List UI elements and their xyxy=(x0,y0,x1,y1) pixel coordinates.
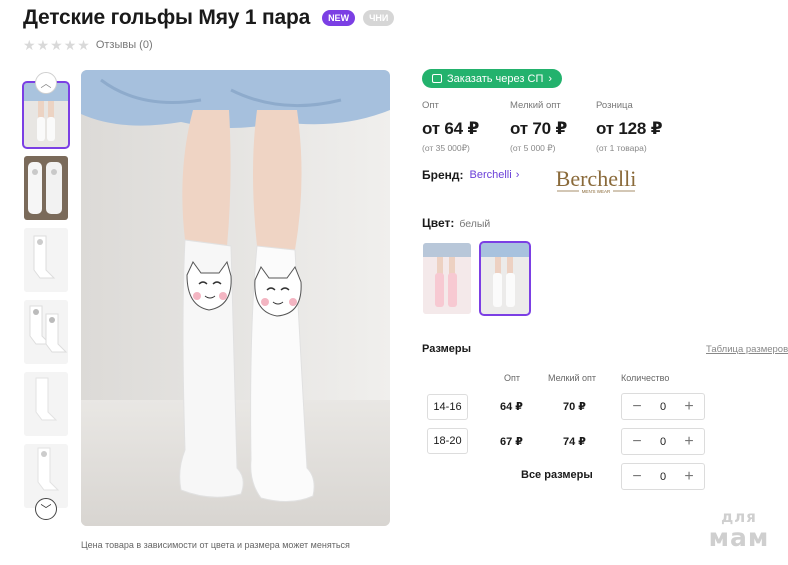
chevron-right-icon: › xyxy=(548,72,553,85)
color-row: Цвет: белый xyxy=(422,216,490,230)
size-row-opt-price: 64 ₽ xyxy=(500,401,523,413)
thumbnail-4[interactable] xyxy=(24,300,68,364)
size-table-link[interactable]: Таблица размеров xyxy=(706,344,788,355)
main-product-photo[interactable] xyxy=(81,70,390,526)
price-small-opt: Мелкий опт от 70 ₽ (от 5 000 ₽) xyxy=(510,100,567,154)
star-icon: ★ xyxy=(23,37,36,53)
size-chip-14-16[interactable]: 14-16 xyxy=(427,394,468,420)
price-retail-value: от 128 ₽ xyxy=(596,119,663,138)
star-icon: ★ xyxy=(77,37,90,53)
size-row-opt-price: 67 ₽ xyxy=(500,436,523,448)
rating-stars: ★ ★ ★ ★ ★ xyxy=(23,38,90,52)
brand-logo-subtext: MEN'S WEAR xyxy=(582,189,611,194)
decrement-button[interactable]: − xyxy=(630,433,644,450)
color-value: белый xyxy=(459,218,491,230)
brand-logo-text: Berchelli xyxy=(556,166,637,191)
site-watermark: для мам xyxy=(702,510,776,552)
price-opt: Опт от 64 ₽ (от 35 000₽) xyxy=(422,100,479,154)
column-header-opt: Опт xyxy=(504,373,520,383)
color-swatch-pink[interactable] xyxy=(423,243,471,314)
chevron-right-icon: › xyxy=(515,169,520,181)
thumbnail-strip: ︿ ﹀ xyxy=(22,72,71,522)
title-row: Детские гольфы Мяу 1 пара NEW ЧНИ xyxy=(23,6,395,30)
product-title: Детские гольфы Мяу 1 пара xyxy=(23,6,311,29)
order-via-sp-button[interactable]: Заказать через СП › xyxy=(422,69,563,88)
quantity-value[interactable]: 0 xyxy=(660,401,666,413)
size-row-small-opt-price: 74 ₽ xyxy=(563,436,586,448)
column-header-small-opt: Мелкий опт xyxy=(548,373,597,383)
increment-button[interactable]: + xyxy=(682,468,696,485)
price-opt-value: от 64 ₽ xyxy=(422,119,480,138)
star-icon: ★ xyxy=(50,37,63,53)
color-swatch-white[interactable] xyxy=(479,241,531,316)
thumbnails-down-button[interactable]: ﹀ xyxy=(35,498,57,520)
increment-button[interactable]: + xyxy=(682,398,696,415)
price-opt-condition: (от 35 000₽) xyxy=(422,143,470,153)
color-label: Цвет: xyxy=(422,216,455,230)
price-small-opt-condition: (от 5 000 ₽) xyxy=(510,143,556,153)
rating-row[interactable]: ★ ★ ★ ★ ★ Отзывы (0) xyxy=(23,38,153,52)
reviews-link[interactable]: Отзывы (0) xyxy=(96,39,153,51)
size-row-small-opt-price: 70 ₽ xyxy=(563,401,586,413)
quantity-stepper: − 0 + xyxy=(621,428,705,455)
quantity-stepper: − 0 + xyxy=(621,393,705,420)
thumbnail-2[interactable] xyxy=(24,156,68,220)
chn-badge: ЧНИ xyxy=(363,10,395,26)
price-small-opt-label: Мелкий опт xyxy=(510,100,561,111)
quantity-value[interactable]: 0 xyxy=(660,436,666,448)
brand-logo[interactable]: Berchelli MEN'S WEAR xyxy=(543,166,649,196)
price-opt-label: Опт xyxy=(422,100,439,111)
increment-button[interactable]: + xyxy=(682,433,696,450)
price-retail-condition: (от 1 товара) xyxy=(596,143,647,153)
price-retail-label: Розница xyxy=(596,100,633,111)
all-sizes-label: Все размеры xyxy=(521,469,593,481)
price-retail: Розница от 128 ₽ (от 1 товара) xyxy=(596,100,663,153)
brand-label: Бренд: xyxy=(422,168,464,182)
thumbnail-5[interactable] xyxy=(24,372,68,436)
decrement-button[interactable]: − xyxy=(630,398,644,415)
size-chip-18-20[interactable]: 18-20 xyxy=(427,428,468,454)
price-note: Цена товара в зависимости от цвета и раз… xyxy=(81,540,350,550)
chevron-up-icon: ︿ xyxy=(40,78,52,90)
brand-row: Бренд: Berchelli › xyxy=(422,168,519,182)
star-icon: ★ xyxy=(63,37,77,53)
shopping-bag-icon xyxy=(432,74,442,83)
price-small-opt-value: от 70 ₽ xyxy=(510,119,568,138)
brand-link[interactable]: Berchelli xyxy=(470,169,512,181)
decrement-button[interactable]: − xyxy=(630,468,644,485)
star-icon: ★ xyxy=(36,37,50,53)
new-badge: NEW xyxy=(322,10,356,26)
column-header-quantity: Количество xyxy=(621,373,670,383)
thumbnails-up-button[interactable]: ︿ xyxy=(35,72,57,94)
quantity-value[interactable]: 0 xyxy=(660,471,666,483)
order-via-sp-label: Заказать через СП xyxy=(447,72,544,85)
thumbnail-3[interactable] xyxy=(24,228,68,292)
sizes-title: Размеры xyxy=(422,343,472,355)
chevron-down-icon: ﹀ xyxy=(40,504,52,516)
watermark-line-2: мам xyxy=(708,523,770,552)
all-sizes-quantity-stepper: − 0 + xyxy=(621,463,705,490)
